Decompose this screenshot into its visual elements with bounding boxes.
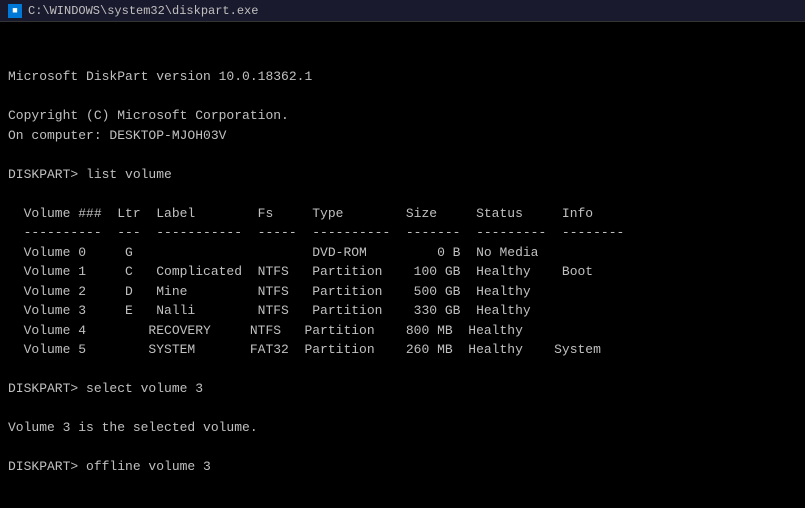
- terminal-line: [8, 87, 797, 107]
- terminal-line: Volume 5 SYSTEM FAT32 Partition 260 MB H…: [8, 340, 797, 360]
- terminal-line: Microsoft DiskPart version 10.0.18362.1: [8, 67, 797, 87]
- title-bar-text: C:\WINDOWS\system32\diskpart.exe: [28, 4, 258, 18]
- terminal-line: Volume ### Ltr Label Fs Type Size Status…: [8, 204, 797, 224]
- terminal-line: [8, 184, 797, 204]
- terminal-line: Volume 2 D Mine NTFS Partition 500 GB He…: [8, 282, 797, 302]
- title-bar: ■ C:\WINDOWS\system32\diskpart.exe: [0, 0, 805, 22]
- terminal-line: DISKPART> select volume 3: [8, 379, 797, 399]
- terminal-line: [8, 145, 797, 165]
- terminal-line: [8, 438, 797, 458]
- terminal-line: ---------- --- ----------- ----- -------…: [8, 223, 797, 243]
- terminal-line: [8, 399, 797, 419]
- terminal-line: Volume 0 G DVD-ROM 0 B No Media: [8, 243, 797, 263]
- terminal-line: Volume 1 C Complicated NTFS Partition 10…: [8, 262, 797, 282]
- terminal-line: [8, 360, 797, 380]
- app-icon: ■: [8, 4, 22, 18]
- terminal-line: Volume 4 RECOVERY NTFS Partition 800 MB …: [8, 321, 797, 341]
- terminal-line: DISKPART> list volume: [8, 165, 797, 185]
- terminal-line: DISKPART> offline volume 3: [8, 457, 797, 477]
- terminal-line: [8, 48, 797, 68]
- terminal-line: Copyright (C) Microsoft Corporation.: [8, 106, 797, 126]
- terminal-output: Microsoft DiskPart version 10.0.18362.1 C…: [0, 22, 805, 502]
- terminal-line: Volume 3 E Nalli NTFS Partition 330 GB H…: [8, 301, 797, 321]
- terminal-line: Volume 3 is the selected volume.: [8, 418, 797, 438]
- terminal-line: On computer: DESKTOP-MJOH03V: [8, 126, 797, 146]
- terminal-line: [8, 477, 797, 497]
